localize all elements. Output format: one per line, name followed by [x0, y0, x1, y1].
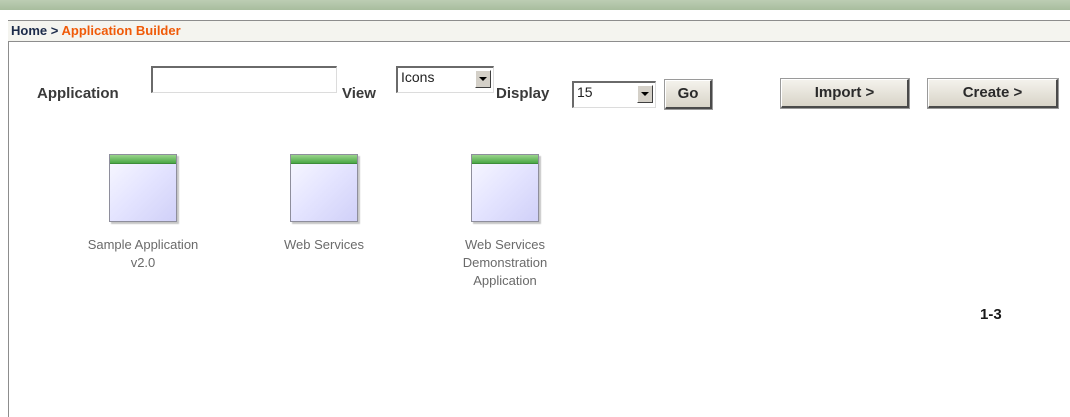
- top-banner: [0, 0, 1070, 10]
- application-name-line: Application: [473, 273, 537, 288]
- breadcrumb-separator: >: [50, 23, 59, 38]
- application-name-line: Demonstration: [462, 255, 548, 270]
- view-select-value: Icons: [401, 69, 435, 85]
- application-name-line: Web Services: [465, 237, 545, 252]
- chevron-down-icon[interactable]: [475, 70, 491, 88]
- application-tile[interactable]: Web Services Demonstration Application: [430, 154, 580, 290]
- application-label: Application: [37, 85, 119, 102]
- display-select-value: 15: [577, 84, 593, 100]
- display-select[interactable]: 15: [572, 81, 656, 108]
- application-icon[interactable]: [471, 154, 539, 222]
- breadcrumb-current: Application Builder: [61, 23, 181, 38]
- content-left-border: [8, 42, 9, 417]
- application-tile[interactable]: Sample Application v2.0: [68, 154, 218, 272]
- breadcrumb: Home > Application Builder: [8, 20, 1070, 42]
- application-name[interactable]: Web Services Demonstration Application: [430, 236, 580, 290]
- application-search-input[interactable]: [151, 66, 337, 93]
- application-name-line: Web Services: [284, 237, 364, 252]
- import-button[interactable]: Import >: [780, 78, 910, 109]
- chevron-down-icon[interactable]: [637, 85, 653, 103]
- application-name[interactable]: Sample Application v2.0: [68, 236, 218, 272]
- application-icon[interactable]: [109, 154, 177, 222]
- breadcrumb-home-link[interactable]: Home: [11, 23, 47, 38]
- view-select[interactable]: Icons: [396, 66, 494, 93]
- application-name-line: Sample Application: [87, 237, 199, 252]
- create-button[interactable]: Create >: [927, 78, 1059, 109]
- application-tile[interactable]: Web Services: [249, 154, 399, 254]
- display-label: Display: [496, 85, 550, 102]
- application-icon[interactable]: [290, 154, 358, 222]
- pagination-range: 1-3: [980, 306, 1002, 323]
- view-label: View: [342, 85, 376, 102]
- application-name[interactable]: Web Services: [249, 236, 399, 254]
- application-name-line: v2.0: [130, 255, 156, 270]
- go-button[interactable]: Go: [664, 79, 713, 110]
